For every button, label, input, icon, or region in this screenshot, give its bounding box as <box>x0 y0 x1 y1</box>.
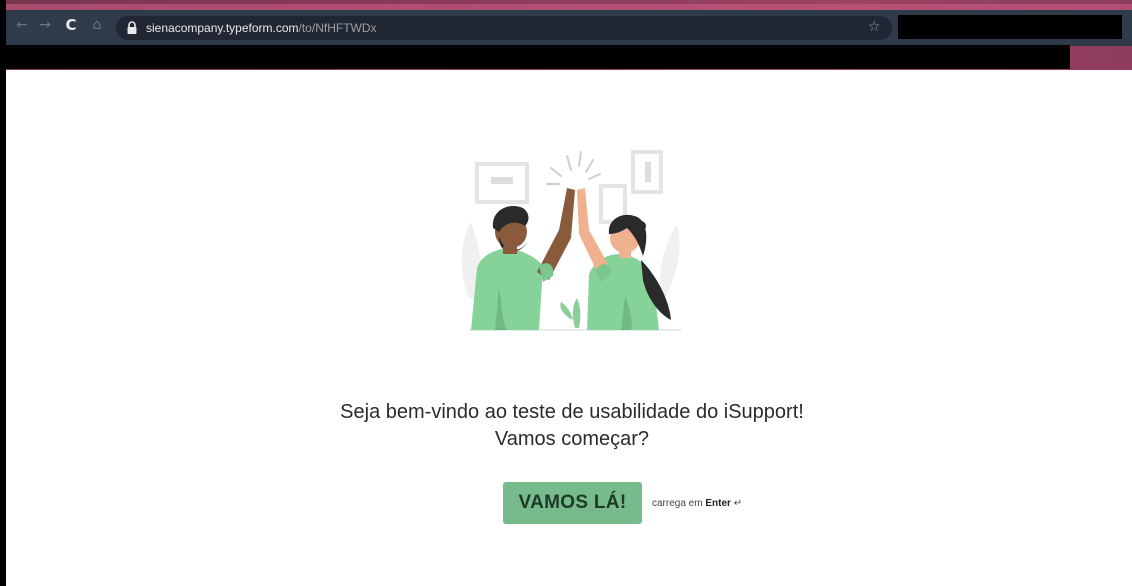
keyboard-hint: carrega em Enter ↵ <box>652 498 742 510</box>
url-text[interactable]: sienacompany.typeform.com/to/NfHFTWDx <box>146 21 377 35</box>
welcome-heading: Seja bem-vindo ao teste de usabilidade d… <box>340 401 804 423</box>
home-icon[interactable]: ⌂ <box>88 16 106 34</box>
window-border <box>0 0 6 586</box>
enter-return-icon: ↵ <box>733 498 743 509</box>
start-button[interactable]: VAMOS LÁ! <box>503 482 642 524</box>
forward-arrow-icon[interactable]: → <box>36 16 54 34</box>
bookmark-star-icon[interactable]: ☆ <box>868 19 881 35</box>
url-path: /to/NfHFTWDx <box>298 21 377 35</box>
high-five-illustration <box>461 150 681 331</box>
redacted-area <box>898 15 1122 39</box>
screen: ← → C ⌂ sienacompany.typeform.com/to/NfH… <box>0 0 1132 586</box>
back-arrow-icon[interactable]: ← <box>13 16 31 34</box>
url-domain: sienacompany.typeform.com <box>146 21 299 35</box>
hint-key: Enter <box>705 498 731 509</box>
hint-text: carrega em <box>652 498 703 509</box>
redacted-bar <box>6 45 1070 69</box>
lock-icon <box>127 21 137 34</box>
reload-icon[interactable]: C <box>62 16 80 34</box>
welcome-subheading: Vamos começar? <box>494 428 650 450</box>
